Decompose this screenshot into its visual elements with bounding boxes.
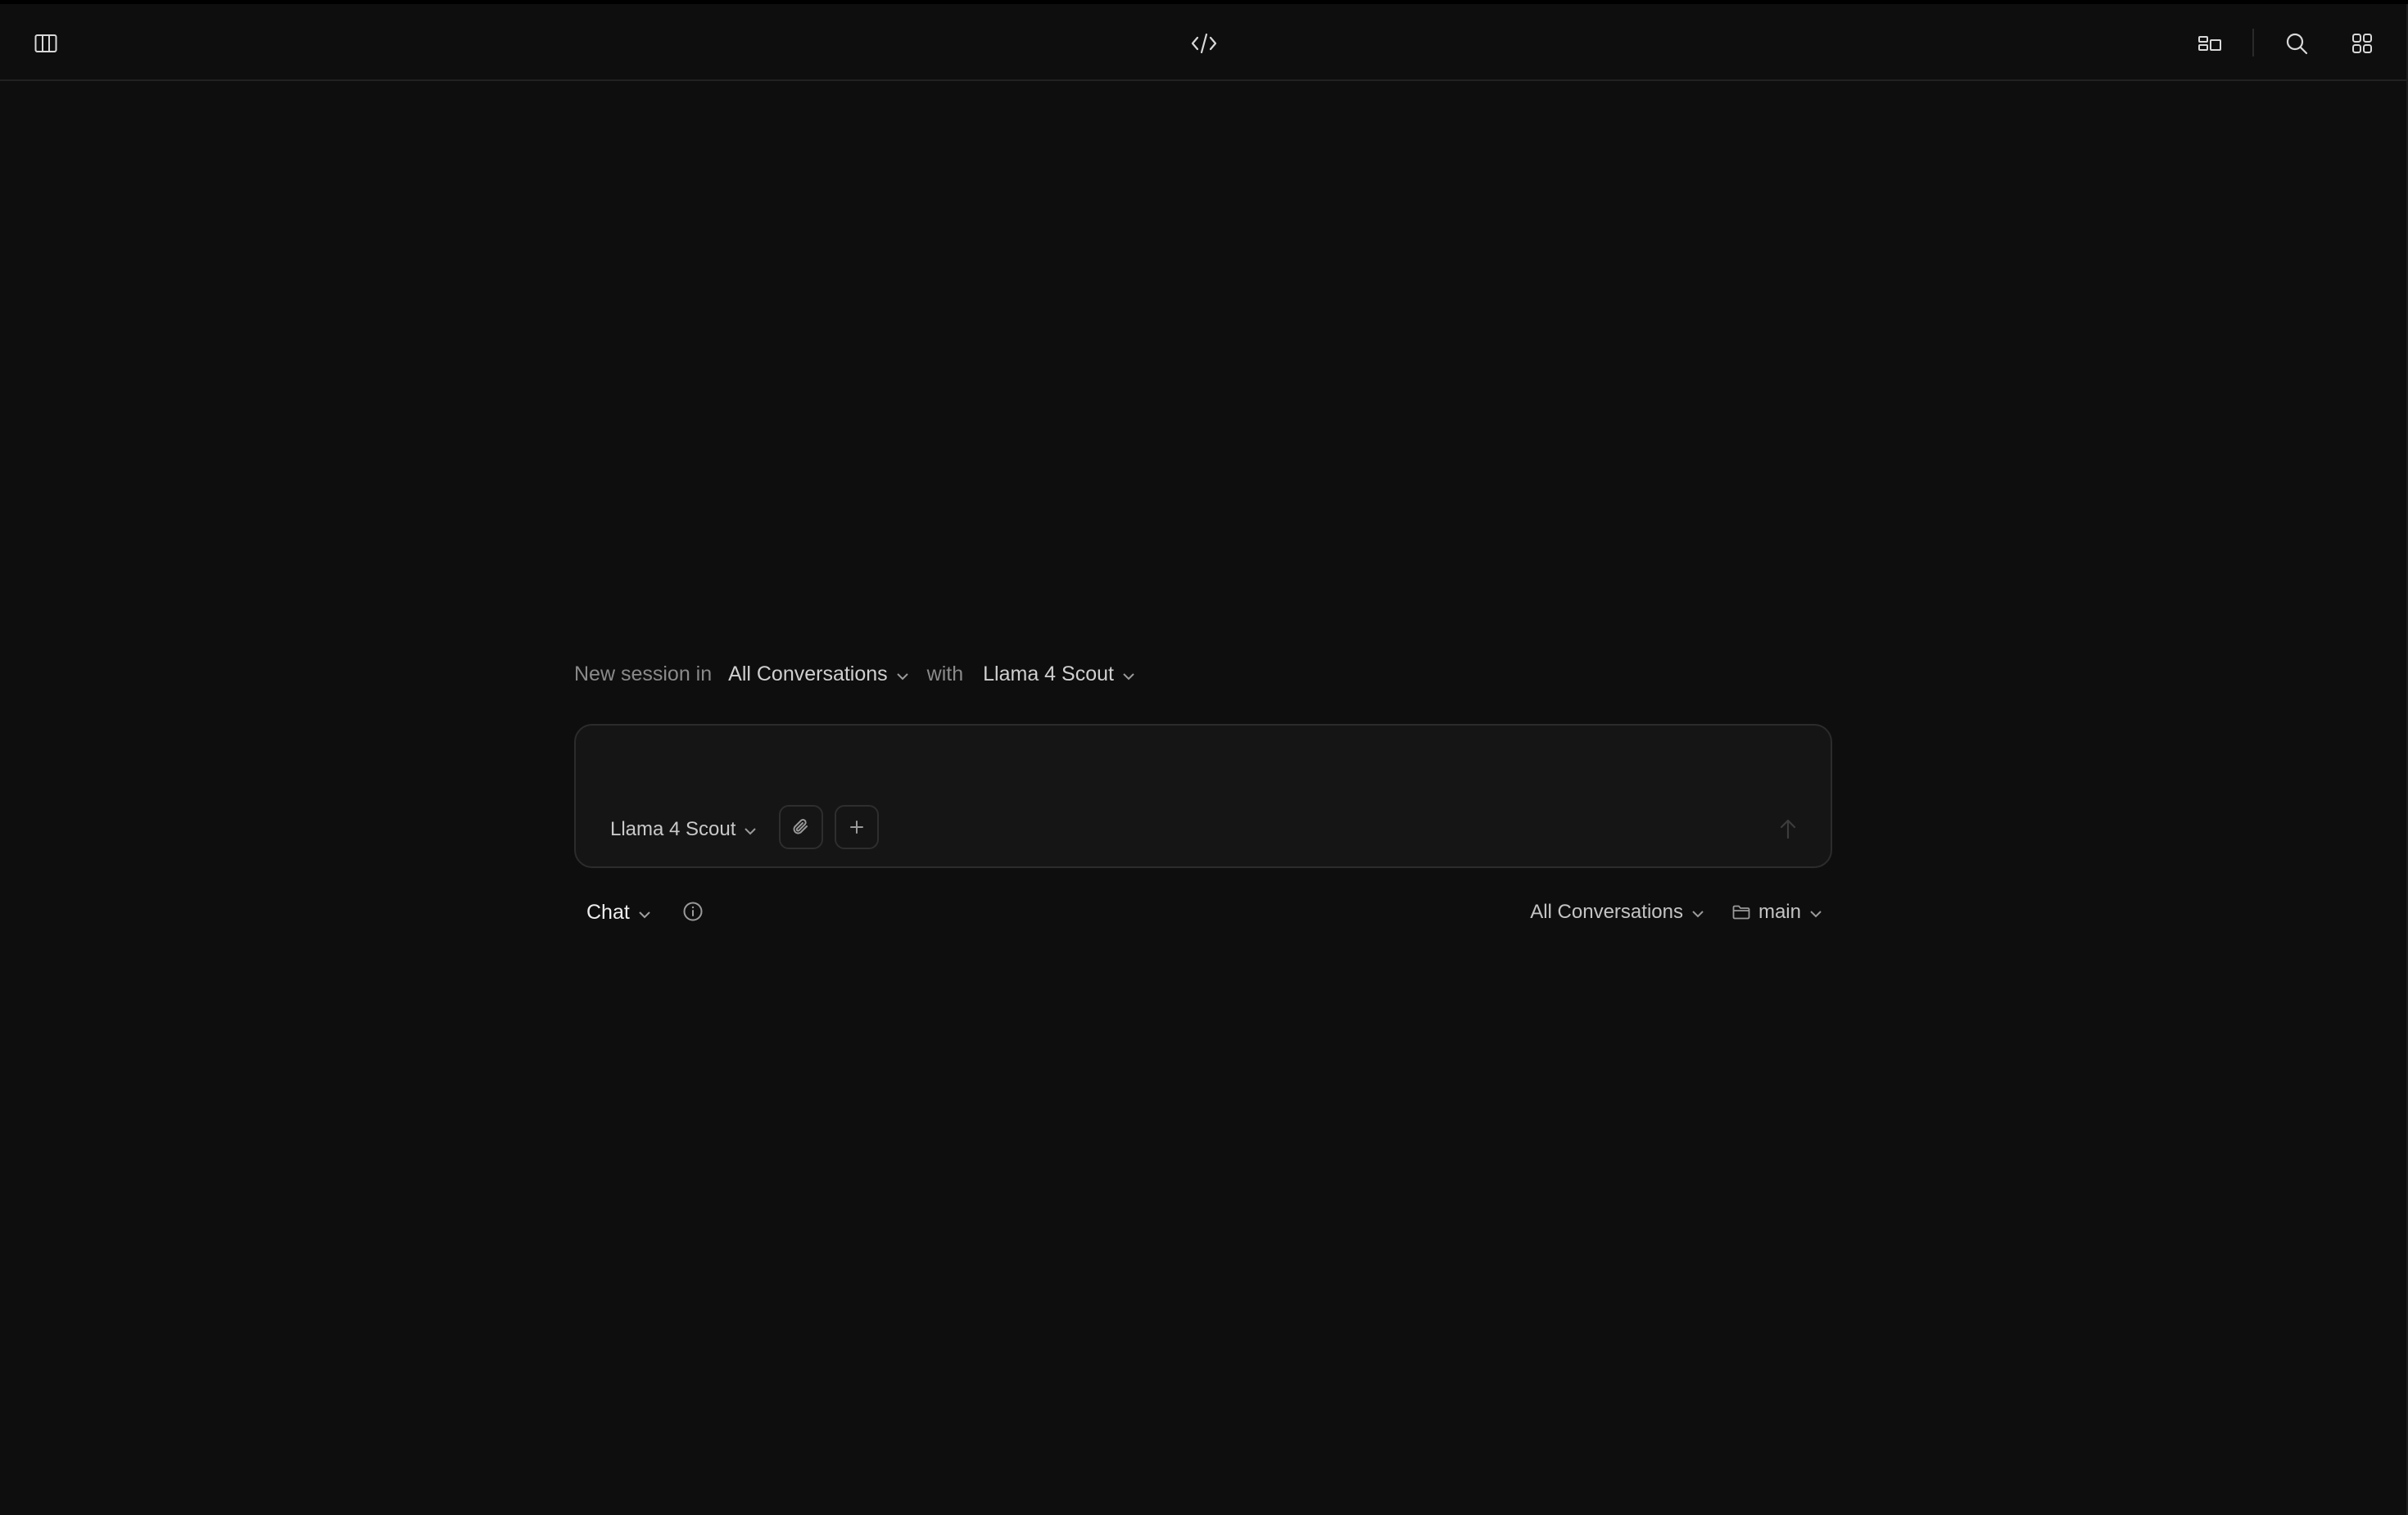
footer-right: All Conversations main <box>1530 894 1822 930</box>
layout-panels-icon[interactable] <box>2188 22 2231 65</box>
topbar-divider <box>2252 29 2254 57</box>
message-composer: Llama 4 Scout <box>574 724 1832 868</box>
session-model-dropdown[interactable]: Llama 4 Scout <box>983 663 1135 686</box>
code-icon[interactable] <box>1183 22 1225 65</box>
with-label: with <box>926 662 964 685</box>
project-dropdown[interactable]: All Conversations <box>728 663 909 686</box>
plus-icon <box>849 819 865 835</box>
app-window: New session in All Conversations with Ll… <box>0 0 2408 1515</box>
attach-button[interactable] <box>779 805 823 849</box>
sidebar-columns-icon[interactable] <box>25 22 67 65</box>
chevron-down-icon <box>1809 901 1822 924</box>
composer-model-dropdown[interactable]: Llama 4 Scout <box>610 807 757 852</box>
message-input[interactable] <box>609 745 1791 796</box>
branch-label: main <box>1758 901 1801 923</box>
branch-dropdown[interactable]: main <box>1732 901 1822 924</box>
chevron-down-icon <box>1122 663 1135 686</box>
mode-label: Chat <box>586 900 630 924</box>
chevron-down-icon <box>638 901 651 925</box>
composer-model-label: Llama 4 Scout <box>610 818 736 840</box>
folder-icon <box>1732 905 1750 920</box>
info-button[interactable] <box>680 898 706 925</box>
session-header: New session in All Conversations with Ll… <box>574 656 1135 692</box>
apps-grid-icon[interactable] <box>2341 22 2383 65</box>
mode-dropdown[interactable]: Chat <box>586 894 651 930</box>
top-bar <box>0 4 2408 81</box>
chevron-down-icon <box>896 663 909 686</box>
send-button[interactable] <box>1767 807 1809 850</box>
chevron-down-icon <box>744 818 757 841</box>
session-model-label: Llama 4 Scout <box>983 662 1114 685</box>
add-button[interactable] <box>835 805 879 849</box>
project-dropdown-label: All Conversations <box>728 662 888 685</box>
paperclip-icon <box>792 817 810 837</box>
footer-project-dropdown[interactable]: All Conversations <box>1530 901 1704 924</box>
chevron-down-icon <box>1691 901 1704 924</box>
footer-project-label: All Conversations <box>1530 901 1683 923</box>
arrow-up-icon <box>1779 818 1797 839</box>
search-icon[interactable] <box>2275 22 2318 65</box>
info-icon <box>682 901 704 922</box>
session-prefix: New session in <box>574 662 713 685</box>
